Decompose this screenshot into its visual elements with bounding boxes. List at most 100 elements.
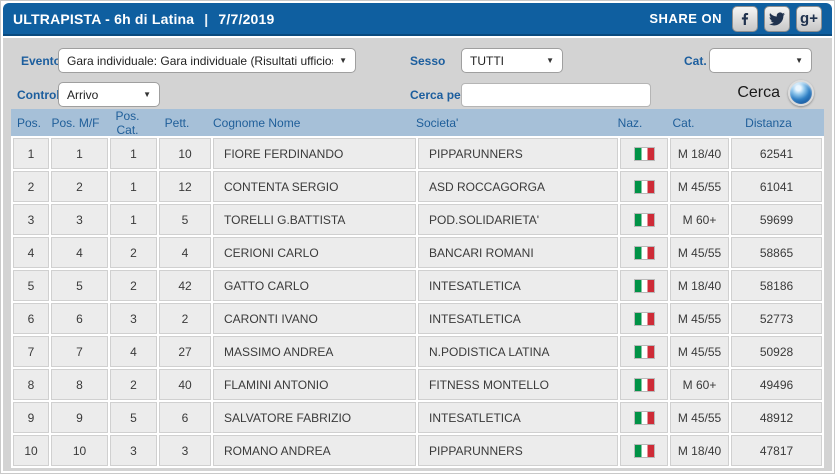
cell-pos-mf: 8 <box>51 369 108 400</box>
italy-flag-icon <box>634 378 655 392</box>
cell-pos-mf: 5 <box>51 270 108 301</box>
cell-distanza: 61041 <box>731 171 822 202</box>
cell-pos-cat: 2 <box>110 270 157 301</box>
cell-pos: 7 <box>13 336 49 367</box>
italy-flag-icon <box>634 147 655 161</box>
title-bar: ULTRAPISTA - 6h di Latina | 7/7/2019 SHA… <box>3 3 832 36</box>
sesso-select[interactable]: TUTTI ▼ <box>461 48 563 73</box>
google-plus-share-button[interactable]: g+ <box>796 6 822 32</box>
cell-cat: M 60+ <box>670 204 729 235</box>
cell-pett: 40 <box>159 369 211 400</box>
cell-pett: 42 <box>159 270 211 301</box>
cell-naz <box>620 369 668 400</box>
cell-distanza: 47817 <box>731 435 822 466</box>
cell-pett: 2 <box>159 303 211 334</box>
cell-naz <box>620 270 668 301</box>
col-header-cognome: Cognome Nome <box>203 116 406 130</box>
cerca-button[interactable]: Cerca <box>737 80 814 106</box>
col-header-naz: Naz. <box>606 116 654 130</box>
col-header-societa: Societa' <box>406 116 606 130</box>
chevron-down-icon: ▼ <box>143 90 151 99</box>
title-separator: | <box>204 11 208 27</box>
cell-pos-cat: 2 <box>110 237 157 268</box>
cell-naz <box>620 402 668 433</box>
chevron-down-icon: ▼ <box>546 56 554 65</box>
cell-pos-cat: 1 <box>110 171 157 202</box>
share-on-label: SHARE ON <box>649 11 722 26</box>
cell-cat: M 18/40 <box>670 435 729 466</box>
cell-naz <box>620 303 668 334</box>
cell-pett: 12 <box>159 171 211 202</box>
cell-pos: 2 <box>13 171 49 202</box>
cell-societa: N.PODISTICA LATINA <box>418 336 618 367</box>
col-header-cat: Cat. <box>654 116 713 130</box>
cat-select[interactable]: ▼ <box>709 48 812 73</box>
cell-pos: 9 <box>13 402 49 433</box>
cell-cat: M 18/40 <box>670 138 729 169</box>
cell-pos: 4 <box>13 237 49 268</box>
cell-cat: M 45/55 <box>670 402 729 433</box>
cell-cognome: CERIONI CARLO <box>213 237 416 268</box>
results-table: Pos. Pos. M/F Pos. Cat. Pett. Cognome No… <box>11 109 824 468</box>
table-header-row: Pos. Pos. M/F Pos. Cat. Pett. Cognome No… <box>11 109 824 136</box>
cell-pos-mf: 7 <box>51 336 108 367</box>
cell-pos: 6 <box>13 303 49 334</box>
cell-pos-cat: 3 <box>110 303 157 334</box>
controllo-select[interactable]: Arrivo ▼ <box>58 82 160 107</box>
cell-naz <box>620 171 668 202</box>
search-input[interactable] <box>461 83 651 107</box>
evento-label: Evento <box>21 48 61 74</box>
share-bar: SHARE ON g+ <box>649 6 822 32</box>
cell-cognome: CARONTI IVANO <box>213 303 416 334</box>
cell-naz <box>620 237 668 268</box>
cell-cognome: MASSIMO ANDREA <box>213 336 416 367</box>
col-header-pett: Pett. <box>151 116 203 130</box>
cell-distanza: 49496 <box>731 369 822 400</box>
cell-pett: 10 <box>159 138 211 169</box>
col-header-pos-cat: Pos. Cat. <box>104 109 151 137</box>
italy-flag-icon <box>634 180 655 194</box>
italy-flag-icon <box>634 246 655 260</box>
italy-flag-icon <box>634 345 655 359</box>
cell-distanza: 58865 <box>731 237 822 268</box>
event-title: ULTRAPISTA - 6h di Latina <box>13 11 194 27</box>
facebook-icon <box>737 11 753 27</box>
cell-societa: FITNESS MONTELLO <box>418 369 618 400</box>
cell-pos-cat: 1 <box>110 204 157 235</box>
cell-pos-mf: 10 <box>51 435 108 466</box>
cell-distanza: 59699 <box>731 204 822 235</box>
event-date: 7/7/2019 <box>218 11 274 27</box>
cell-pos: 1 <box>13 138 49 169</box>
cell-societa: INTESATLETICA <box>418 402 618 433</box>
facebook-share-button[interactable] <box>732 6 758 32</box>
sesso-label: Sesso <box>410 48 445 74</box>
chevron-down-icon: ▼ <box>339 56 347 65</box>
cerca-button-label: Cerca <box>737 84 780 102</box>
search-orb-icon <box>788 80 814 106</box>
results-page: ULTRAPISTA - 6h di Latina | 7/7/2019 SHA… <box>0 0 835 474</box>
cell-pos-cat: 4 <box>110 336 157 367</box>
cell-pos-mf: 9 <box>51 402 108 433</box>
cell-naz <box>620 336 668 367</box>
italy-flag-icon <box>634 444 655 458</box>
cell-cat: M 60+ <box>670 369 729 400</box>
cell-pos: 5 <box>13 270 49 301</box>
cell-pos-cat: 2 <box>110 369 157 400</box>
italy-flag-icon <box>634 411 655 425</box>
cell-naz <box>620 138 668 169</box>
cell-pett: 4 <box>159 237 211 268</box>
cell-cat: M 45/55 <box>670 237 729 268</box>
cell-societa: INTESATLETICA <box>418 270 618 301</box>
cell-distanza: 62541 <box>731 138 822 169</box>
cell-societa: PIPPARUNNERS <box>418 138 618 169</box>
cat-filter-label: Cat. <box>684 48 707 74</box>
evento-select[interactable]: Gara individuale: Gara individuale (Risu… <box>58 48 356 73</box>
cell-cat: M 45/55 <box>670 336 729 367</box>
evento-select-value: Gara individuale: Gara individuale (Risu… <box>67 54 333 68</box>
chevron-down-icon: ▼ <box>795 56 803 65</box>
italy-flag-icon <box>634 279 655 293</box>
cell-pos-mf: 6 <box>51 303 108 334</box>
controllo-select-value: Arrivo <box>67 88 137 102</box>
cell-cognome: FLAMINI ANTONIO <box>213 369 416 400</box>
twitter-share-button[interactable] <box>764 6 790 32</box>
